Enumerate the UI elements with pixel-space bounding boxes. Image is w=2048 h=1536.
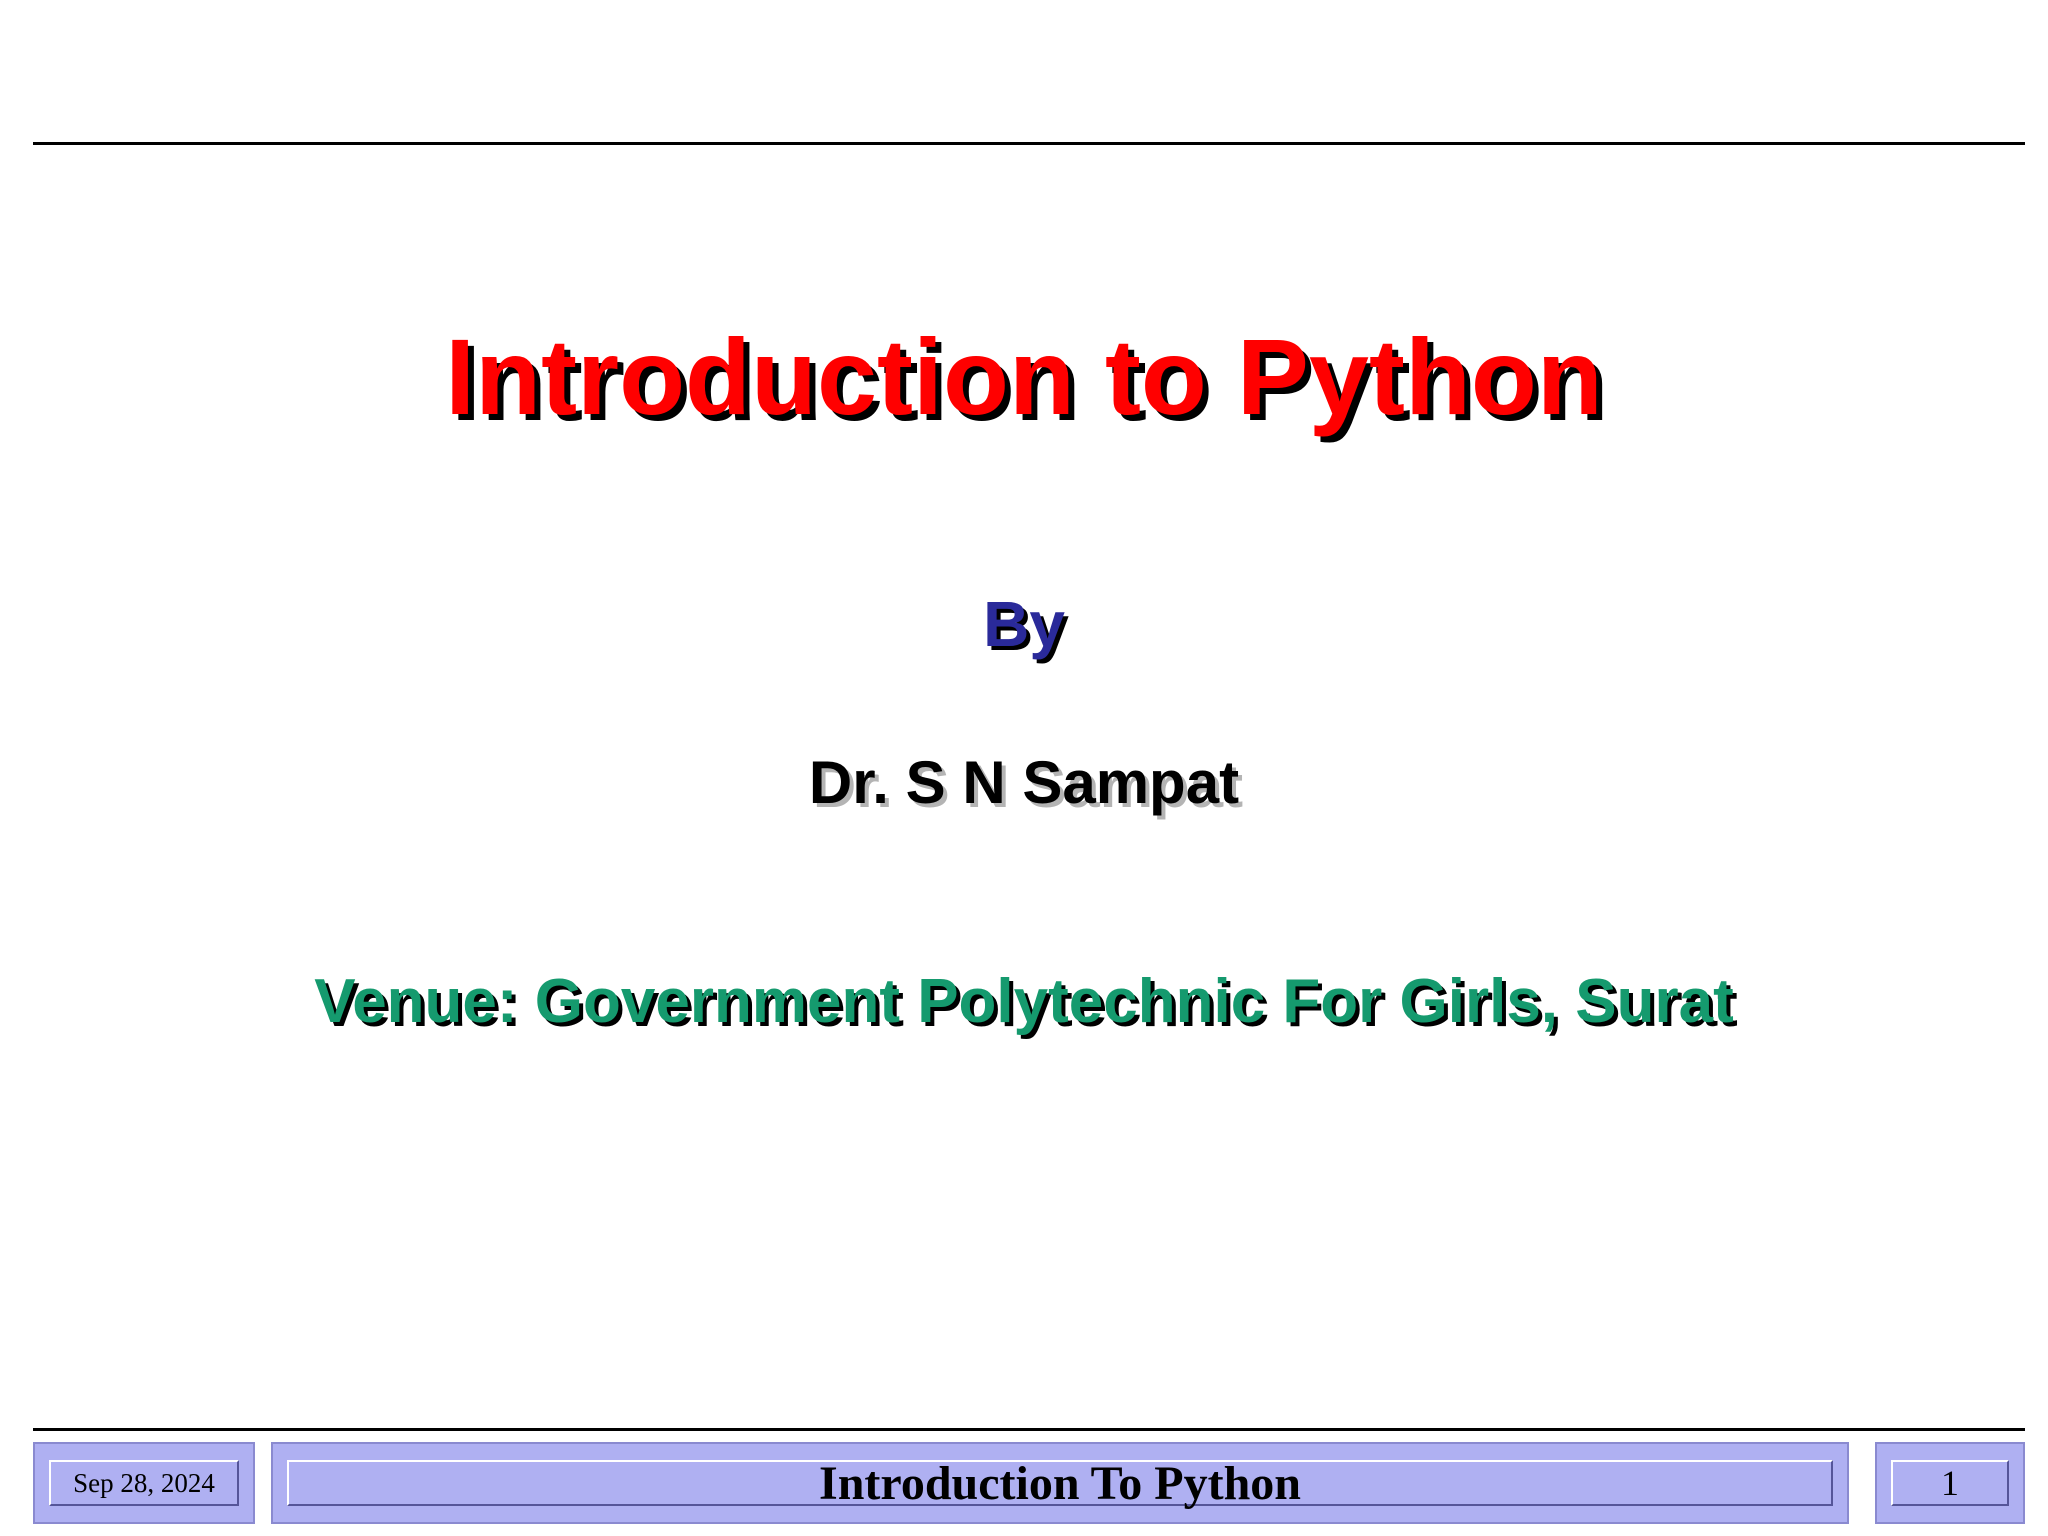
bottom-divider xyxy=(33,1428,2025,1431)
slide-title: Introduction to Python xyxy=(445,316,1603,437)
footer-date-box: Sep 28, 2024 xyxy=(33,1442,255,1524)
footer-date: Sep 28, 2024 xyxy=(49,1460,239,1506)
footer-page-box: 1 xyxy=(1875,1442,2025,1524)
top-divider xyxy=(33,142,2025,145)
author-name: Dr. S N Sampat xyxy=(808,749,1240,816)
footer-page-number: 1 xyxy=(1891,1460,2009,1506)
footer-title: Introduction To Python xyxy=(287,1457,1833,1510)
by-label: By xyxy=(983,588,1065,660)
footer-title-box: Introduction To Python xyxy=(271,1442,1849,1524)
venue-text: Venue: Government Polytechnic For Girls,… xyxy=(314,967,1734,1036)
